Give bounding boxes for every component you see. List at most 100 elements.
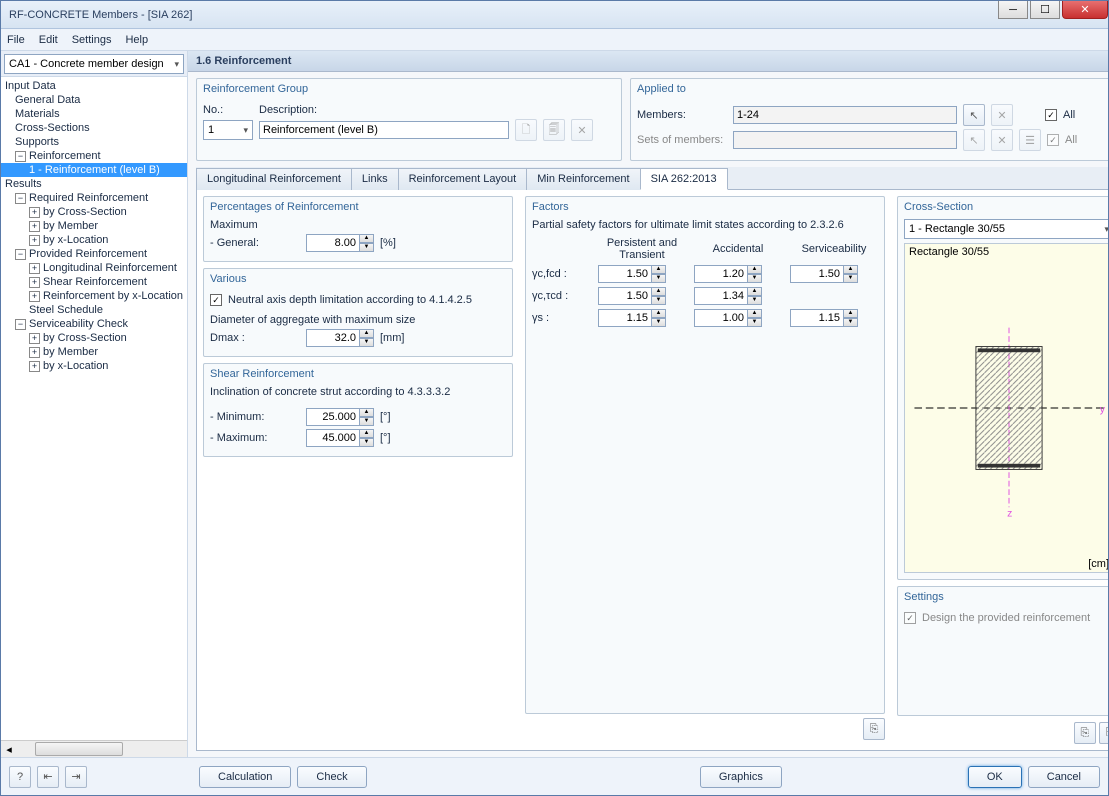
navigator: CA1 - Concrete member design Input Data … [1,51,188,757]
menu-file[interactable]: File [7,34,25,46]
nav-tree[interactable]: Input Data General Data Materials Cross-… [1,77,187,740]
cs-combo[interactable]: 1 - Rectangle 30/55 [904,219,1108,239]
nav-provided-reinf[interactable]: −Provided Reinforcement [1,247,187,261]
cs-edit-icon[interactable]: ⎘ [1099,722,1108,744]
pick-icon[interactable]: ↖ [963,104,985,126]
nav-hscroll[interactable]: ◂ [1,740,187,757]
calculation-button[interactable]: Calculation [199,766,291,788]
nav-steel-sched[interactable]: Steel Schedule [1,303,187,317]
app-window: RF-CONCRETE Members - [SIA 262] ─ ☐ ✕ Fi… [0,0,1109,796]
expand-icon[interactable]: + [29,291,40,302]
minimize-button[interactable]: ─ [998,1,1028,19]
maximize-button[interactable]: ☐ [1030,1,1060,19]
nav-serv-check[interactable]: −Serviceability Check [1,317,187,331]
sets-input [733,131,957,149]
nav-serv-cs[interactable]: +by Cross-Section [1,331,187,345]
nav-prov-shear[interactable]: +Shear Reinforcement [1,275,187,289]
gamma-c-fcd-pt[interactable]: ▲▼ [598,265,686,283]
expand-icon[interactable]: + [29,333,40,344]
pick-icon: ↖ [963,129,985,151]
gamma-c-tcd-acc[interactable]: ▲▼ [694,287,782,305]
nav-reinforcement[interactable]: −Reinforcement [1,149,187,163]
nav-req-member[interactable]: +by Member [1,219,187,233]
footer: ? ⇤ ⇥ Calculation Check Graphics OK Canc… [1,757,1108,795]
nav-prov-x[interactable]: +Reinforcement by x-Location [1,289,187,303]
graphics-button[interactable]: Graphics [700,766,782,788]
neutral-axis-check[interactable]: ✓ [210,294,222,306]
titlebar: RF-CONCRETE Members - [SIA 262] ─ ☐ ✕ [1,1,1108,29]
tab-min[interactable]: Min Reinforcement [526,168,640,190]
reinf-no-combo[interactable]: 1 [203,120,253,140]
gamma-c-tcd-pt[interactable]: ▲▼ [598,287,686,305]
tabstrip: Longitudinal Reinforcement Links Reinfor… [196,167,1108,190]
percent-general-spin[interactable]: ▲▼ [306,234,374,252]
shear-max-spin[interactable]: ▲▼ [306,429,374,447]
collapse-icon[interactable]: − [15,249,26,260]
tab-longitudinal[interactable]: Longitudinal Reinforcement [196,168,352,190]
menubar: File Edit Settings Help [1,29,1108,51]
nav-general-data[interactable]: General Data [1,93,187,107]
nav-reinf-1[interactable]: 1 - Reinforcement (level B) [1,163,187,177]
svg-text:y: y [1100,405,1106,416]
applied-to-box: Applied to Members: ↖ ✕ ✓ All Sets o [630,78,1108,161]
ok-button[interactable]: OK [968,766,1022,788]
shear-min-spin[interactable]: ▲▼ [306,408,374,426]
reinforcement-group-box: Reinforcement Group No.: Description: 1 … [196,78,622,161]
factors-box: Factors Partial safety factors for ultim… [525,196,885,714]
design-provided-check: ✓ [904,612,916,624]
help-icon[interactable]: ? [9,766,31,788]
nav-supports[interactable]: Supports [1,135,187,149]
cs-preview: Rectangle 30/55 y z [904,243,1108,573]
menu-help[interactable]: Help [125,34,148,46]
nav-serv-x[interactable]: +by x-Location [1,359,187,373]
nav-required-reinf[interactable]: −Required Reinforcement [1,191,187,205]
nav-req-cs[interactable]: +by Cross-Section [1,205,187,219]
expand-icon[interactable]: + [29,207,40,218]
tab-links[interactable]: Links [351,168,399,190]
tab-layout[interactable]: Reinforcement Layout [398,168,528,190]
collapse-icon[interactable]: − [15,193,26,204]
members-input[interactable] [733,106,957,124]
nav-input-data[interactable]: Input Data [1,79,187,93]
gamma-s-serv[interactable]: ▲▼ [790,309,878,327]
page-title: 1.6 Reinforcement [188,51,1108,72]
dmax-spin[interactable]: ▲▼ [306,329,374,347]
expand-icon[interactable]: + [29,263,40,274]
new-icon: 🗋 [515,119,537,141]
nav-req-x[interactable]: +by x-Location [1,233,187,247]
delete-icon: ✕ [571,119,593,141]
expand-icon[interactable]: + [29,235,40,246]
clear-icon: ✕ [991,104,1013,126]
case-combo[interactable]: CA1 - Concrete member design [4,54,184,74]
gamma-s-acc[interactable]: ▲▼ [694,309,782,327]
reinf-desc-input[interactable] [259,121,509,139]
menu-settings[interactable]: Settings [72,34,112,46]
cancel-button[interactable]: Cancel [1028,766,1100,788]
members-all-check[interactable]: ✓ [1045,109,1057,121]
collapse-icon[interactable]: − [15,151,26,162]
gamma-c-fcd-acc[interactable]: ▲▼ [694,265,782,283]
expand-icon[interactable]: + [29,221,40,232]
nav-materials[interactable]: Materials [1,107,187,121]
nav-prov-long[interactable]: +Longitudinal Reinforcement [1,261,187,275]
menu-edit[interactable]: Edit [39,34,58,46]
gamma-s-pt[interactable]: ▲▼ [598,309,686,327]
settings-box: Settings ✓Design the provided reinforcem… [897,586,1108,716]
expand-icon[interactable]: + [29,277,40,288]
gamma-c-fcd-serv[interactable]: ▲▼ [790,265,878,283]
prev-icon[interactable]: ⇤ [37,766,59,788]
tab-sia[interactable]: SIA 262:2013 [640,168,728,190]
defaults-icon[interactable]: ⎘ [863,718,885,740]
copy-icon: 🗐 [543,119,565,141]
expand-icon[interactable]: + [29,361,40,372]
nav-serv-member[interactable]: +by Member [1,345,187,359]
nav-results[interactable]: Results [1,177,187,191]
nav-cross-sections[interactable]: Cross-Sections [1,121,187,135]
check-button[interactable]: Check [297,766,366,788]
close-button[interactable]: ✕ [1062,1,1108,19]
cs-info-icon[interactable]: ⎘ [1074,722,1096,744]
collapse-icon[interactable]: − [15,319,26,330]
next-icon[interactable]: ⇥ [65,766,87,788]
expand-icon[interactable]: + [29,347,40,358]
svg-text:z: z [1007,509,1012,520]
